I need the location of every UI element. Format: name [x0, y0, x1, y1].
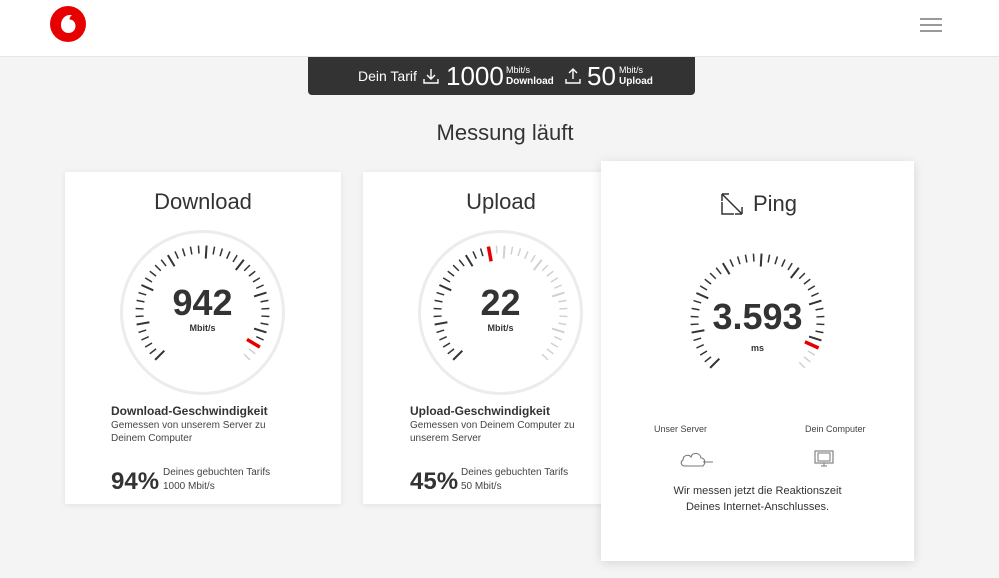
gauge-tick [204, 245, 208, 259]
tariff-download-value: 1000 [446, 61, 504, 91]
vodafone-logo[interactable] [50, 6, 86, 42]
top-bar [0, 0, 999, 57]
gauge-tick [721, 262, 731, 275]
gauge-tick [502, 245, 506, 259]
gauge-tick [781, 259, 786, 268]
gauge-tick [787, 262, 793, 271]
gauge-tick [798, 272, 806, 280]
tariff-label: Dein Tarif [358, 68, 417, 84]
gauge-tick [790, 267, 800, 279]
upload-desc: Gemessen von Deinem Computer zu unserem … [410, 420, 575, 444]
download-percent: 94% [111, 468, 160, 495]
gauge-tick [709, 357, 721, 369]
tariff-bar: Dein Tarif 1000 Mbit/s Download 50 Mbit/… [308, 57, 695, 95]
gauge-tick [704, 278, 712, 285]
upload-unit: Mbit/s [487, 323, 514, 333]
download-value: 942 [172, 282, 233, 323]
gauge-tick [693, 337, 702, 342]
ping-gauge: 3.593 ms [675, 238, 840, 403]
hamburger-icon[interactable] [920, 18, 942, 34]
download-desc: Gemessen von unserem Server zu Deinem Co… [111, 420, 266, 444]
gauge-tick [729, 259, 734, 268]
computer-label: Dein Computer [805, 424, 866, 434]
gauge-tick [715, 267, 722, 275]
cloud-icon [680, 452, 713, 467]
expand-arrows-icon [721, 193, 743, 215]
gauge-tick [774, 256, 779, 265]
gauge-tick [699, 285, 708, 291]
tariff-download-unit: Mbit/s Download [506, 65, 554, 87]
upload-percent: 45% [410, 468, 459, 495]
upload-title: Upload [466, 189, 536, 214]
tariff-upload-value: 50 [587, 61, 616, 91]
gauge-tick [709, 272, 717, 280]
upload-card: Upload 22 Mbit/s Upload-Geschwindigkeit … [363, 172, 639, 504]
ping-note: Wir messen jetzt die Reaktionszeit Deine… [673, 485, 842, 513]
upload-icon [565, 68, 581, 84]
download-unit: Mbit/s [189, 323, 216, 333]
upload-percent-text: Deines gebuchten Tarifs 50 Mbit/s [461, 467, 569, 492]
download-title: Download [154, 189, 252, 214]
gauge-tick [803, 278, 811, 285]
server-label: Unser Server [654, 424, 708, 434]
gauge-tick [736, 256, 741, 265]
gauge-tick [807, 285, 816, 291]
upload-gauge: 22 Mbit/s [418, 230, 583, 395]
upload-desc-title: Upload-Geschwindigkeit [410, 404, 551, 418]
computer-icon [814, 450, 834, 467]
download-desc-title: Download-Geschwindigkeit [111, 404, 268, 418]
gauge-tick [798, 361, 806, 369]
gauge-tick [759, 253, 763, 267]
gauge-tick [744, 254, 748, 263]
gauge-tick [767, 254, 771, 263]
gauge-tick [704, 356, 712, 363]
download-card: Download 942 Mbit/s Download-Geschwindig… [65, 172, 341, 504]
gauge-tick [803, 356, 811, 363]
page-title: Messung läuft [436, 120, 574, 145]
tariff-upload-unit: Mbit/s Upload [619, 65, 653, 87]
ping-value: 3.593 [712, 296, 803, 337]
upload-value: 22 [480, 282, 521, 323]
ping-title: Ping [753, 191, 798, 216]
ping-card: Ping 3.593 ms Unser Server Dein Computer… [601, 161, 914, 561]
download-gauge: 942 Mbit/s [120, 230, 285, 395]
ping-unit: ms [750, 343, 764, 353]
download-percent-text: Deines gebuchten Tarifs 1000 Mbit/s [163, 467, 271, 492]
download-icon [423, 69, 439, 84]
